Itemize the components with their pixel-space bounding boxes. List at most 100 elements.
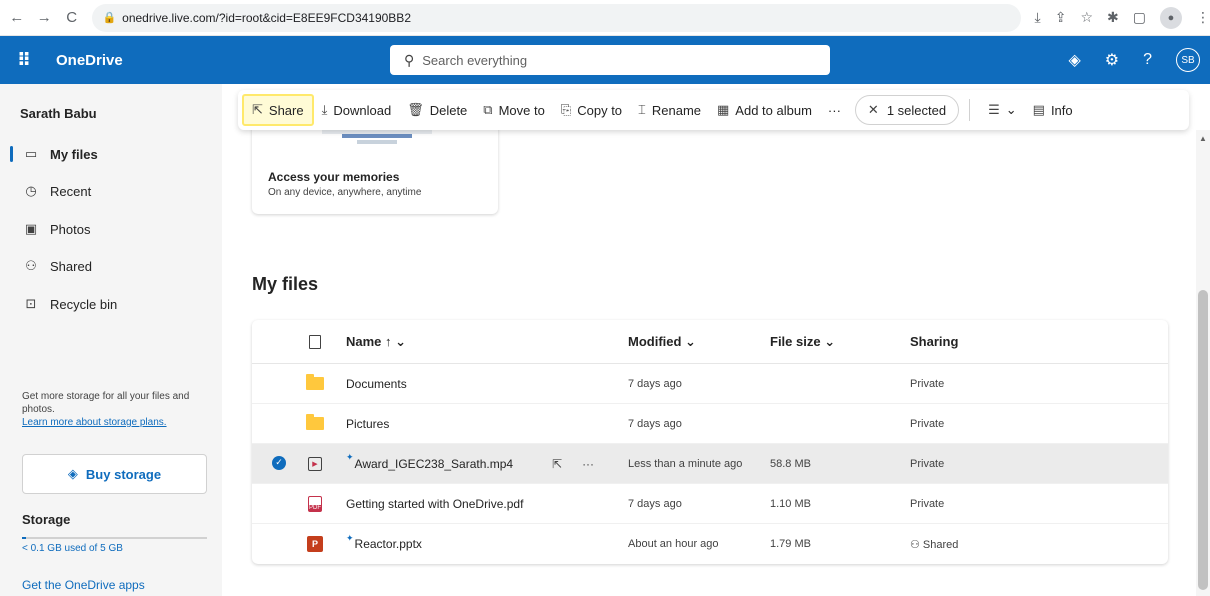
move-to-button[interactable]: ⧉ Move to — [475, 94, 553, 126]
address-bar[interactable]: 🔒 onedrive.live.com/?id=root&cid=E8EE9FC… — [92, 3, 1021, 32]
delete-button[interactable]: 🗑 Delete — [399, 94, 475, 126]
file-name-wrap: ✦ Reactor.pptx — [346, 533, 422, 552]
storage-promo-text: Get more storage for all your files and … — [22, 391, 190, 415]
row-share-icon[interactable]: ⇱ — [552, 457, 562, 471]
premium-diamond-icon[interactable]: ◈ — [1068, 50, 1080, 70]
table-row[interactable]: PDF Getting started with OneDrive.pdf 7 … — [252, 484, 1168, 524]
app-header: ⠿ OneDrive ⚲ Search everything ◈ ⚙ ? SB — [0, 36, 1210, 84]
column-header-name[interactable]: Name ↑ ⌄ — [346, 334, 406, 350]
sidebar: Sarath Babu ▭ My files ◷ Recent ▣ Photos… — [0, 84, 222, 596]
sidebar-item-shared[interactable]: ⚇ Shared — [10, 250, 210, 282]
row-actions: ⇱ ··· — [552, 457, 594, 471]
rename-label: Rename — [651, 102, 701, 118]
browser-toolbar: ← → C 🔒 onedrive.live.com/?id=root&cid=E… — [0, 0, 1210, 36]
share-label: Share — [268, 102, 304, 118]
table-row-selected[interactable]: ✓ ▶ ✦ Award_IGEC238_Sarath.mp4 ⇱ ··· Les… — [252, 444, 1168, 484]
help-icon[interactable]: ? — [1143, 51, 1152, 69]
reload-icon[interactable]: C — [61, 7, 82, 29]
clear-selection-button[interactable]: ✕ 1 selected — [854, 95, 960, 125]
file-name-wrap: ✦ Award_IGEC238_Sarath.mp4 — [346, 452, 514, 471]
header-actions: ◈ ⚙ ? SB — [1068, 36, 1200, 84]
copy-icon: ⎘ — [560, 102, 572, 117]
search-box[interactable]: ⚲ Search everything — [390, 45, 830, 75]
avatar[interactable]: SB — [1176, 48, 1200, 72]
more-actions-button[interactable]: ··· — [820, 94, 849, 126]
add-to-album-button[interactable]: ▦ Add to album — [709, 94, 820, 126]
file-name[interactable]: Documents — [346, 377, 407, 391]
row-more-icon[interactable]: ··· — [582, 457, 594, 471]
folder-icon — [306, 414, 324, 433]
file-sharing: Private — [910, 377, 945, 390]
main-content: Access your memories On any device, anyw… — [222, 84, 1210, 596]
scroll-up-icon[interactable]: ▲ — [1199, 134, 1207, 143]
info-pane-icon: ▤ — [1032, 102, 1045, 117]
rename-button[interactable]: ⌶ Rename — [630, 94, 709, 126]
brand-title[interactable]: OneDrive — [56, 52, 123, 69]
column-header-sharing: Sharing — [910, 334, 959, 349]
recycle-bin-icon: ⊡ — [25, 296, 37, 311]
sidebar-item-my-files[interactable]: ▭ My files — [10, 138, 210, 170]
share-page-icon[interactable]: ⇪ — [1055, 9, 1067, 26]
install-app-icon[interactable]: ⤓ — [1035, 9, 1041, 26]
search-icon: ⚲ — [404, 51, 415, 68]
settings-gear-icon[interactable]: ⚙ — [1105, 50, 1119, 70]
user-name: Sarath Babu — [20, 106, 97, 121]
history-icon: ◷ — [25, 183, 37, 198]
buy-storage-button[interactable]: ◈ Buy storage — [22, 454, 207, 494]
command-bar: ⇱ Share ⤓ Download 🗑 Delete ⧉ Move to ⎘ … — [238, 90, 1189, 130]
storage-meter-fill — [22, 537, 26, 539]
side-panel-icon[interactable]: ▢ — [1133, 9, 1146, 26]
new-file-sparkle-icon: ✦ — [346, 452, 354, 462]
column-header-size[interactable]: File size ⌄ — [770, 334, 835, 350]
file-modified: About an hour ago — [628, 538, 719, 550]
lock-icon: 🔒 — [102, 12, 117, 24]
browser-menu-icon[interactable]: ⋮ — [1196, 9, 1210, 26]
diamond-icon: ◈ — [67, 466, 78, 481]
storage-used-link[interactable]: < 0.1 GB used of 5 GB — [22, 543, 123, 554]
folder-icon — [306, 374, 324, 393]
toolbar-divider — [969, 99, 971, 121]
scrollbar-thumb[interactable] — [1198, 290, 1208, 590]
browser-profile-icon[interactable]: ● — [1160, 6, 1182, 29]
new-file-sparkle-icon: ✦ — [346, 532, 354, 543]
sidebar-item-recent[interactable]: ◷ Recent — [10, 175, 210, 207]
sidebar-item-photos[interactable]: ▣ Photos — [10, 213, 210, 245]
file-name[interactable]: Getting started with OneDrive.pdf — [346, 497, 523, 511]
app-launcher-icon[interactable]: ⠿ — [0, 36, 48, 84]
extensions-puzzle-icon[interactable]: ✱ — [1107, 9, 1119, 26]
chevron-down-icon: ⌄ — [1005, 102, 1017, 117]
table-row[interactable]: P ✦ Reactor.pptx About an hour ago 1.79 … — [252, 524, 1168, 564]
sidebar-item-label: Shared — [50, 258, 92, 274]
table-row[interactable]: Documents 7 days ago Private — [252, 364, 1168, 404]
page-scrollbar[interactable]: ▲ — [1196, 130, 1210, 596]
file-sharing-shared: ⚇ Shared — [910, 538, 958, 551]
pdf-file-icon: PDF — [306, 495, 324, 513]
copy-to-button[interactable]: ⎘ Copy to — [553, 94, 630, 126]
bookmark-star-icon[interactable]: ☆ — [1080, 9, 1093, 26]
table-row[interactable]: Pictures 7 days ago Private — [252, 404, 1168, 444]
file-name[interactable]: Reactor.pptx — [355, 537, 422, 551]
column-header-modified[interactable]: Modified ⌄ — [628, 334, 696, 350]
trash-icon: 🗑 — [407, 102, 424, 117]
file-modified: Less than a minute ago — [628, 457, 743, 470]
sidebar-item-recycle-bin[interactable]: ⊡ Recycle bin — [10, 288, 210, 320]
file-type-header-icon[interactable] — [306, 333, 324, 351]
info-button[interactable]: ▤ Info — [1025, 94, 1081, 126]
file-name[interactable]: Award_IGEC238_Sarath.mp4 — [355, 457, 514, 471]
search-placeholder: Search everything — [422, 52, 528, 68]
add-to-album-label: Add to album — [735, 102, 812, 118]
sidebar-item-label: Recent — [50, 183, 92, 199]
view-options-button[interactable]: ☰ ⌄ — [980, 94, 1025, 126]
list-view-icon: ☰ — [988, 102, 1000, 117]
download-button[interactable]: ⤓ Download — [314, 94, 400, 126]
file-sharing: Private — [910, 457, 945, 470]
row-checkbox[interactable]: ✓ — [272, 455, 288, 472]
back-icon[interactable]: ← — [6, 7, 27, 29]
file-name[interactable]: Pictures — [346, 417, 389, 431]
share-button[interactable]: ⇱ Share — [242, 94, 314, 126]
copy-to-label: Copy to — [577, 102, 623, 118]
forward-icon[interactable]: → — [33, 7, 54, 29]
storage-plans-link[interactable]: Learn more about storage plans. — [22, 416, 202, 429]
table-header-row: Name ↑ ⌄ Modified ⌄ File size ⌄ Sharing — [252, 320, 1168, 364]
get-apps-link[interactable]: Get the OneDrive apps — [22, 578, 145, 592]
